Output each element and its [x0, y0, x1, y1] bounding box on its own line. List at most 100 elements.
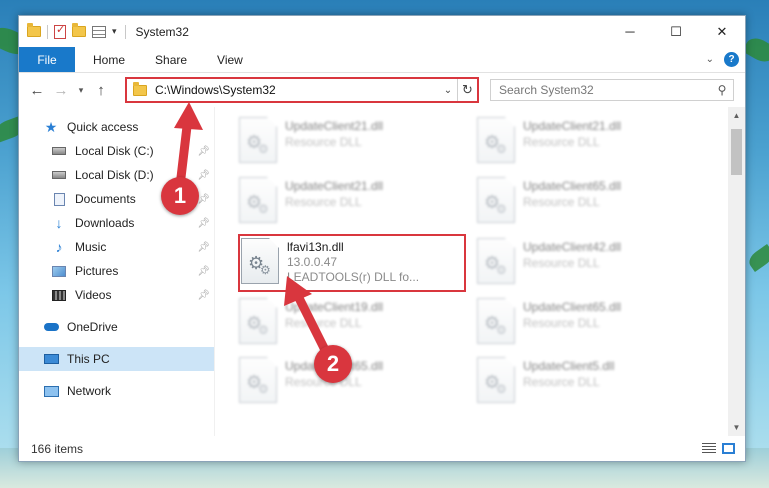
address-dropdown-icon[interactable]: ⌄ [439, 85, 457, 96]
minimize-icon[interactable]: ─ [607, 16, 653, 47]
dll-file-icon: ⚙ ⚙ [239, 298, 277, 344]
up-arrow-icon[interactable]: ↑ [89, 82, 113, 99]
file-description: Resource DLL [523, 316, 600, 330]
file-tile[interactable]: ⚙ ⚙ UpdateClient42.dll Resource DLL [477, 238, 697, 290]
address-bar[interactable]: C:\Windows\System32 ⌄ ↻ [125, 77, 479, 103]
step-1-badge: 1 [161, 177, 199, 215]
sidebar-item-label: Documents [75, 192, 136, 206]
pin-icon[interactable]: 📌︎ [197, 146, 210, 157]
address-path[interactable]: C:\Windows\System32 [155, 83, 439, 97]
pin-icon[interactable]: 📌︎ [197, 218, 210, 229]
file-tile[interactable]: ⚙⚙ UpdateClient65.dll Resource DLL [477, 177, 697, 229]
file-tile[interactable]: ⚙ ⚙ UpdateClient5.dll Resource DLL [477, 357, 697, 409]
file-description: Resource DLL [285, 195, 362, 209]
sidebar-item-this-pc[interactable]: This PC [19, 347, 214, 371]
documents-icon [51, 192, 67, 206]
new-folder-icon[interactable] [72, 23, 86, 37]
pin-icon[interactable]: 📌︎ [197, 170, 210, 181]
search-input[interactable]: Search System32 ⚲ [490, 79, 734, 101]
tab-share[interactable]: Share [140, 47, 202, 72]
back-arrow-icon[interactable]: ← [25, 82, 49, 99]
sidebar-item-quick-access[interactable]: ★ Quick access [19, 115, 214, 139]
large-icons-view-icon[interactable] [722, 443, 735, 454]
file-name: UpdateClient19.dll [285, 300, 384, 314]
pin-icon[interactable]: 📌︎ [197, 266, 210, 277]
vertical-scrollbar[interactable]: ▲ ▼ [728, 107, 745, 436]
file-tile[interactable]: ⚙⚙ UpdateClient65.dll Resource DLL [477, 298, 697, 350]
scroll-down-icon[interactable]: ▼ [728, 419, 745, 436]
network-icon [43, 384, 59, 398]
recent-locations-icon[interactable]: ▾ [73, 85, 89, 96]
content-area: ★ Quick access Local Disk (C:) 📌︎ Local … [19, 107, 745, 436]
quick-access-toolbar: ▾ [27, 23, 117, 39]
refresh-icon[interactable]: ↻ [457, 79, 477, 101]
disk-icon [51, 168, 67, 182]
file-description: Resource DLL [523, 256, 600, 270]
downloads-icon: ↓ [55, 215, 63, 231]
tab-home[interactable]: Home [75, 47, 140, 72]
expand-ribbon-icon[interactable]: ⌄ [706, 54, 714, 65]
music-icon: ♪ [55, 239, 63, 255]
sidebar-item-label: Local Disk (D:) [75, 168, 154, 182]
details-view-icon[interactable] [702, 443, 716, 454]
sidebar-item-label: Local Disk (C:) [75, 144, 154, 158]
dll-file-icon: ⚙ ⚙ [239, 117, 277, 163]
file-name: UpdateClient21.dll [523, 119, 622, 133]
sidebar-item-onedrive[interactable]: OneDrive [19, 315, 214, 339]
scrollbar-thumb[interactable] [731, 129, 742, 175]
tab-file[interactable]: File [19, 47, 75, 72]
sidebar-item-music[interactable]: ♪ Music 📌︎ [19, 235, 214, 259]
sidebar-item-downloads[interactable]: ↓ Downloads 📌︎ [19, 211, 214, 235]
navigation-pane: ★ Quick access Local Disk (C:) 📌︎ Local … [19, 107, 215, 436]
sidebar-item-network[interactable]: Network [19, 379, 214, 403]
file-name: UpdateClient42.dll [523, 240, 622, 254]
pin-icon[interactable]: 📌︎ [197, 194, 210, 205]
file-description: Resource DLL [523, 375, 600, 389]
window-title: System32 [135, 24, 189, 39]
maximize-icon[interactable]: ☐ [653, 16, 699, 47]
file-name: UpdateClient21.dll [285, 179, 384, 193]
onedrive-icon [43, 320, 59, 334]
step-2-badge: 2 [314, 345, 352, 383]
pictures-icon [51, 264, 67, 278]
pin-icon[interactable]: 📌︎ [197, 290, 210, 301]
dll-file-icon: ⚙ ⚙ [477, 177, 515, 223]
sidebar-item-label: Pictures [75, 264, 119, 278]
divider [124, 24, 126, 39]
file-tile[interactable]: ⚙ ⚙ UpdateClient21.dll Resource DLL [477, 117, 697, 169]
help-icon[interactable]: ? [724, 52, 739, 67]
sidebar-item-local-disk-c[interactable]: Local Disk (C:) 📌︎ [19, 139, 214, 163]
file-description: Resource DLL [523, 195, 600, 209]
file-explorer-window: ▾ System32 ─ ☐ ✕ File Home Share View ⌄ … [18, 15, 746, 462]
divider [47, 24, 48, 39]
item-count: 166 items [31, 441, 84, 456]
ribbon-tabs: File Home Share View ⌄ ? [19, 47, 745, 73]
dll-file-icon: ⚙ ⚙ [477, 357, 515, 403]
target-file-highlight [238, 234, 466, 292]
close-icon[interactable]: ✕ [699, 16, 745, 47]
search-icon[interactable]: ⚲ [711, 83, 733, 97]
sidebar-item-pictures[interactable]: Pictures 📌︎ [19, 259, 214, 283]
file-tile[interactable]: ⚙ ⚙ UpdateClient19.dll Resource DLL [239, 298, 459, 350]
view-icon[interactable] [92, 25, 106, 38]
file-list: ⚙ ⚙ UpdateClient21.dll Resource DLL ⚙ ⚙ Upd… [215, 107, 745, 436]
title-bar: ▾ System32 ─ ☐ ✕ [19, 16, 745, 47]
forward-arrow-icon[interactable]: → [49, 82, 73, 99]
file-tile[interactable]: ⚙ ⚙ UpdateClient21.dll Resource DLL [239, 117, 459, 169]
sidebar-item-label: Network [67, 384, 112, 398]
scroll-up-icon[interactable]: ▲ [728, 107, 745, 124]
pin-icon[interactable]: 📌︎ [197, 242, 210, 253]
tab-view[interactable]: View [202, 47, 258, 72]
background-leaf [745, 243, 769, 273]
videos-icon [51, 288, 67, 302]
dll-file-icon: ⚙ ⚙ [477, 117, 515, 163]
file-name: UpdateClient65.dll [523, 300, 622, 314]
customize-toolbar-icon[interactable]: ▾ [112, 26, 117, 37]
file-description: Resource DLL [285, 316, 362, 330]
sidebar-item-videos[interactable]: Videos 📌︎ [19, 283, 214, 307]
file-description: Resource DLL [523, 135, 600, 149]
dll-file-icon: ⚙ ⚙ [477, 298, 515, 344]
background-leaf [742, 33, 769, 67]
file-tile[interactable]: ⚙ ⚙ UpdateClient21.dll Resource DLL [239, 177, 459, 229]
properties-icon[interactable] [54, 23, 66, 39]
